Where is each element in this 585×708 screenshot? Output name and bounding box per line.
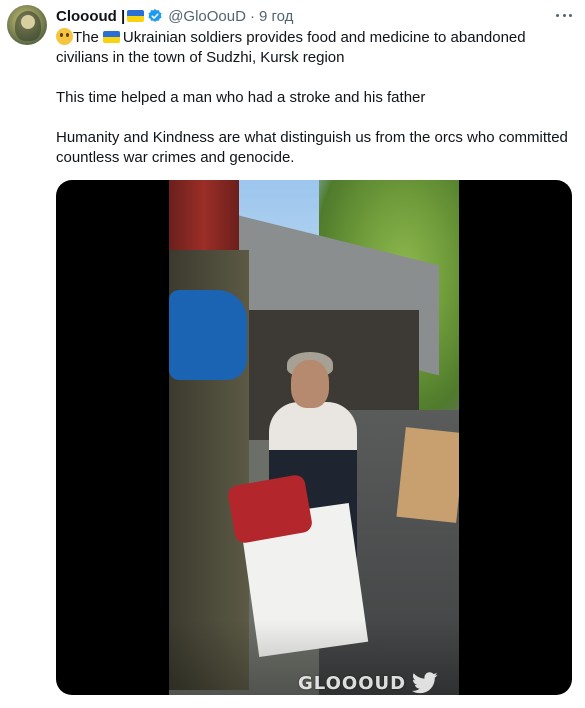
tweet-line-4: Humanity and Kindness are what distingui… [56,129,568,146]
avatar[interactable] [7,5,47,45]
ukraine-flag-icon [127,10,145,22]
handle[interactable]: @GloOouD [168,8,246,25]
tweet-line-1: The Ukrainian soldiers provides food and … [56,28,576,48]
more-options-icon[interactable] [553,8,575,22]
twitter-bird-icon [412,672,438,694]
tweet-line-1-start: The [73,29,99,46]
avatar-face [21,15,35,29]
pleading-face-emoji-icon [56,28,73,45]
timestamp[interactable]: 9 год [259,8,293,25]
tweet-line-2: civilians in the town of Sudzhi, Kursk r… [56,49,345,66]
tweet-header: Cloooud | @GloOouD · 9 год [56,6,293,26]
separator-dot: · [249,7,255,25]
tweet[interactable]: Cloooud | @GloOouD · 9 год The Ukrainian … [0,0,585,708]
video-frame[interactable] [169,180,459,695]
tweet-line-5: countless war crimes and genocide. [56,149,295,166]
watermark-text: GLOOOUD [298,672,407,694]
ukraine-flag-icon [102,31,120,43]
watermark: GLOOOUD [298,671,438,695]
display-name[interactable]: Cloooud | [56,8,125,25]
tweet-text: The Ukrainian soldiers provides food and … [56,28,576,168]
video-player[interactable]: GLOOOUD [56,180,572,695]
tweet-line-1-end: Ukrainian soldiers provides food and med… [122,29,526,46]
tweet-line-3: This time helped a man who had a stroke … [56,89,426,106]
verified-badge-icon [148,9,162,22]
